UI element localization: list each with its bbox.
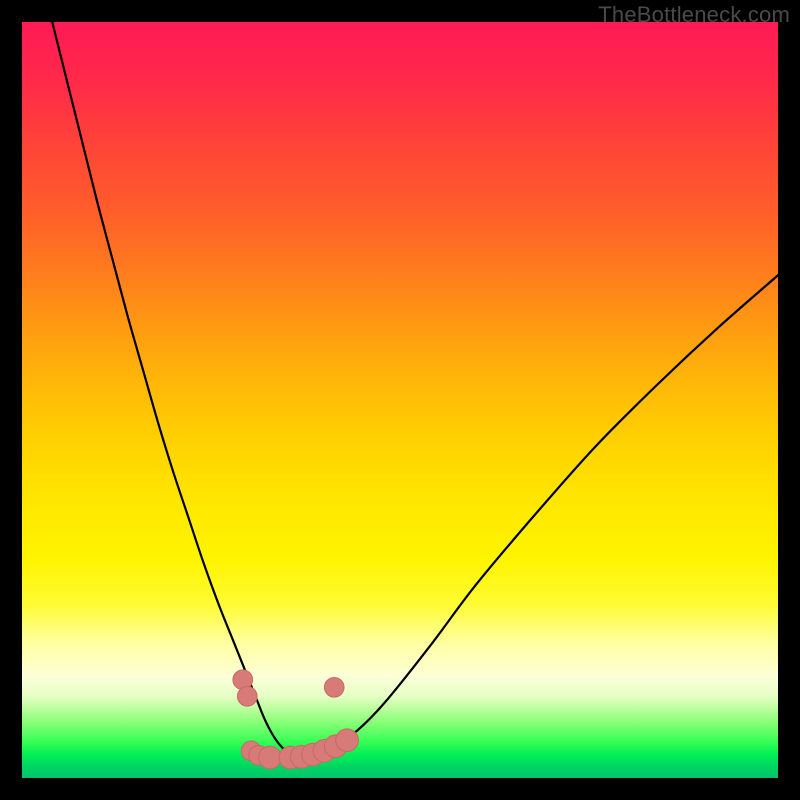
marker-point bbox=[324, 677, 344, 697]
marker-point bbox=[259, 746, 282, 769]
curve-markers bbox=[233, 670, 358, 769]
plot-svg bbox=[22, 22, 778, 778]
bottleneck-curve bbox=[52, 22, 778, 756]
marker-point bbox=[336, 729, 359, 752]
marker-point bbox=[237, 687, 257, 707]
